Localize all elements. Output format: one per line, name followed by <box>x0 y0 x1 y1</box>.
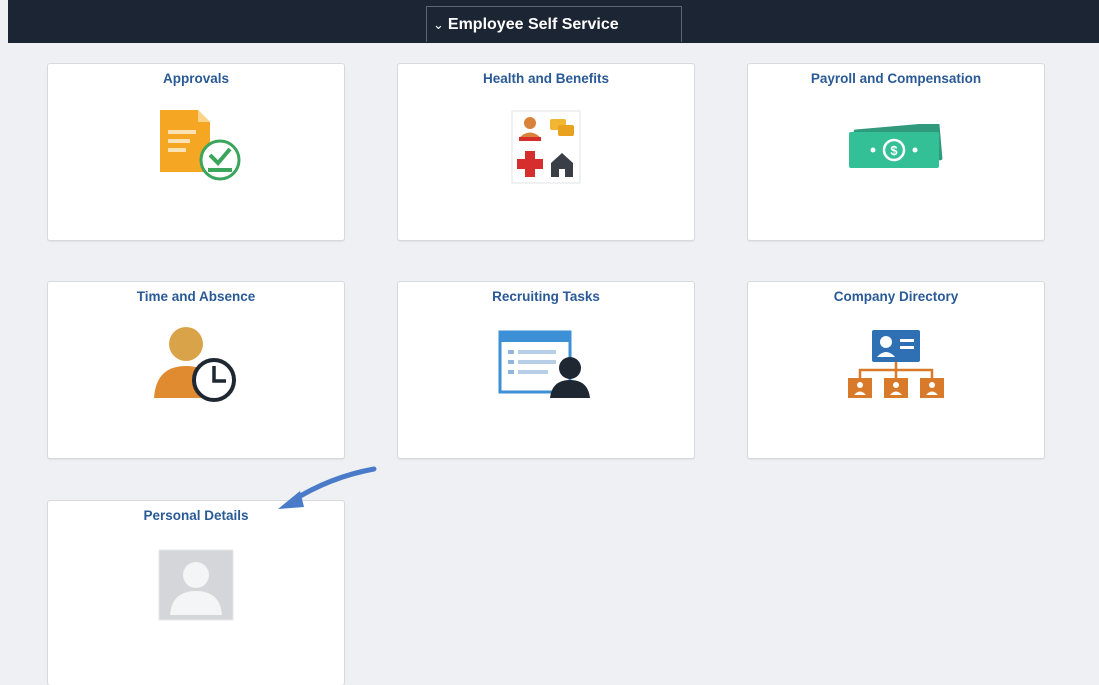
tile-title: Health and Benefits <box>482 71 610 86</box>
tile-title: Approvals <box>162 71 230 86</box>
tile-personal-details[interactable]: Personal Details <box>47 500 345 685</box>
tile-title: Company Directory <box>833 289 959 304</box>
recruiting-form-person-icon <box>498 330 594 405</box>
chevron-down-icon: ⌄ <box>433 16 444 32</box>
approvals-document-check-icon <box>150 108 242 187</box>
tile-title: Payroll and Compensation <box>810 71 982 86</box>
health-benefits-icon <box>511 110 581 189</box>
org-chart-icon <box>846 328 946 405</box>
top-banner: ⌄ Employee Self Service <box>8 0 1099 43</box>
money-bill-icon: $ <box>847 122 945 175</box>
tile-company-directory[interactable]: Company Directory <box>747 281 1045 459</box>
pointer-arrow-icon <box>270 463 380 518</box>
svg-text:$: $ <box>890 143 898 158</box>
homepage-selector[interactable]: ⌄ Employee Self Service <box>426 6 682 42</box>
tile-recruiting-tasks[interactable]: Recruiting Tasks <box>397 281 695 459</box>
person-clock-icon <box>148 326 244 409</box>
tile-approvals[interactable]: Approvals <box>47 63 345 241</box>
tile-title: Time and Absence <box>136 289 256 304</box>
tile-time-and-absence[interactable]: Time and Absence <box>47 281 345 459</box>
tile-title: Recruiting Tasks <box>492 289 600 304</box>
tile-health-and-benefits[interactable]: Health and Benefits <box>397 63 695 241</box>
person-placeholder-icon <box>158 549 234 626</box>
tile-payroll-and-compensation[interactable]: Payroll and Compensation $ <box>747 63 1045 241</box>
homepage-title: Employee Self Service <box>447 15 619 33</box>
